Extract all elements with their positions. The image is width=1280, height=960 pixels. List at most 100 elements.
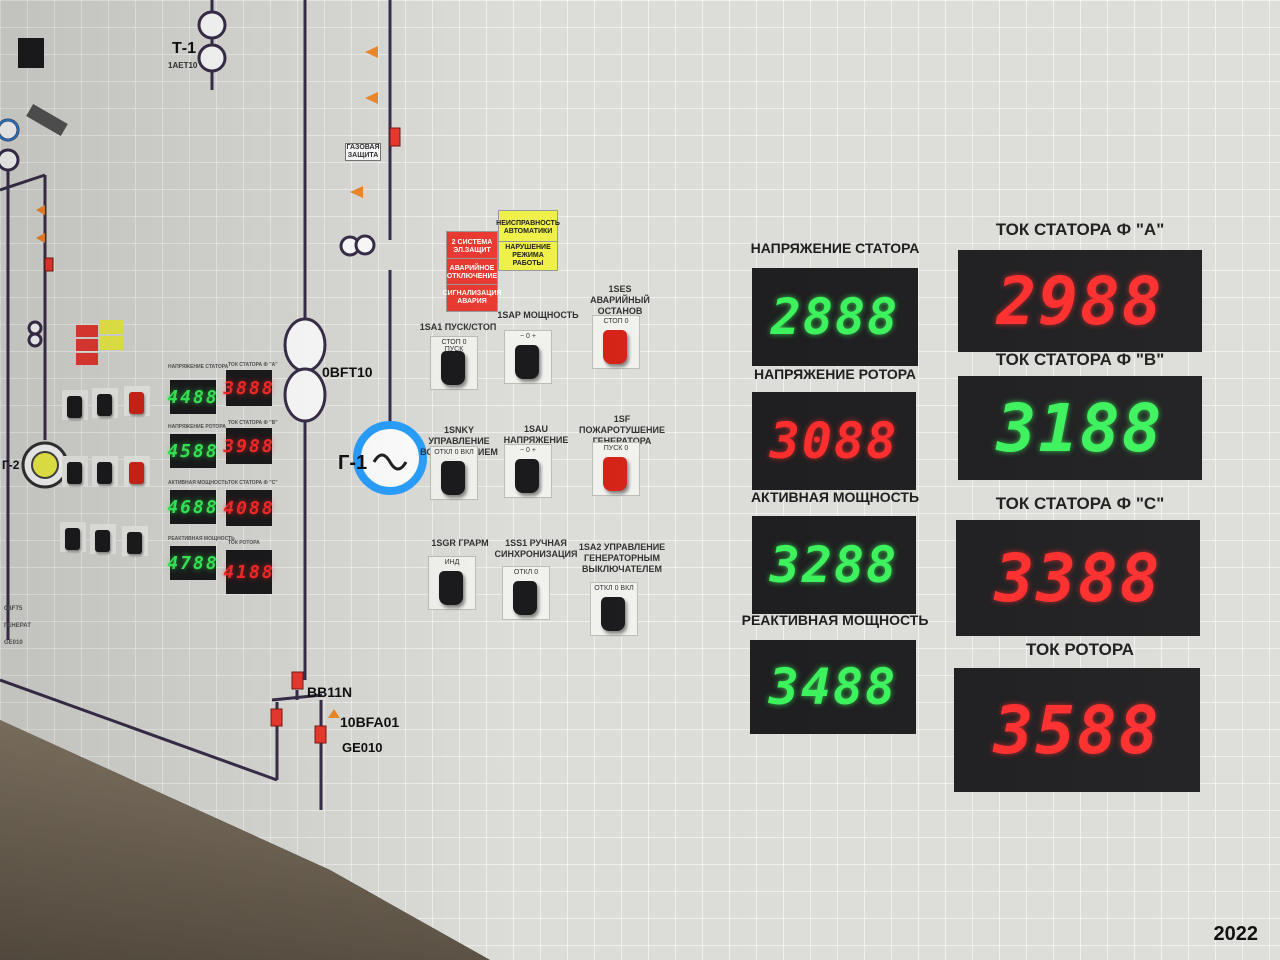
switch-knob[interactable]: [129, 392, 144, 414]
busbar-code: BB11N: [307, 684, 353, 700]
generator-label: Г-1: [338, 452, 368, 474]
display-reactive-power: 3488: [750, 640, 916, 734]
display-stator-current-a: 2988: [958, 250, 1202, 352]
switch-knob[interactable]: [67, 396, 82, 418]
switch-scale: − 0 +: [520, 447, 536, 454]
switch-scale: ПУСК 0: [603, 445, 629, 452]
small-display-red-3: 4088: [223, 490, 273, 526]
switch-scale: СТОП 0: [603, 318, 629, 325]
protection-label: ГАЗОВАЯ ЗАЩИТА: [345, 143, 381, 161]
switch-knob[interactable]: [95, 530, 110, 552]
transformer-label: Т-1: [172, 40, 196, 57]
switch-label-power: 1SAP МОЩНОСТЬ: [497, 310, 579, 320]
switch-scale: ИНД: [444, 559, 460, 566]
alarm-signal: СИГНАЛИЗАЦИЯ АВАРИЯ: [443, 284, 501, 312]
small-display-red-1: 3888: [223, 370, 273, 406]
small-switch-3[interactable]: [124, 386, 150, 416]
switch-label-voltage: 1SAU НАПРЯЖЕНИЕ: [503, 424, 569, 445]
switch-grarm[interactable]: ИНД: [428, 556, 476, 610]
small-alarm-3: [76, 339, 98, 351]
small-display-red-4: 4188: [223, 550, 273, 594]
small-display-green-2: 4588: [167, 434, 217, 468]
display-title-stator-voltage: НАПРЯЖЕНИЕ СТАТОРА: [750, 240, 920, 256]
switch-label-emergency-stop: 1SES АВАРИЙНЫЙ ОСТАНОВ: [590, 284, 650, 316]
small-display-green-3: 4688: [167, 490, 217, 524]
ge-code: GE010: [342, 740, 383, 755]
small-display-red-2: 3988: [223, 428, 273, 464]
small-switch-7[interactable]: [60, 522, 86, 552]
display-title-active-power: АКТИВНАЯ МОЩНОСТЬ: [750, 489, 920, 505]
switch-knob[interactable]: [65, 528, 80, 550]
switch-start-stop[interactable]: СТОП 0 ПУСК: [430, 336, 478, 390]
switch-knob[interactable]: [439, 571, 463, 605]
small-display-green-1: 4488: [167, 380, 217, 414]
display-title-stator-current-a: ТОК СТАТОРА Ф "А": [995, 220, 1165, 239]
switch-knob[interactable]: [601, 597, 625, 631]
small-switch-4[interactable]: [62, 456, 88, 486]
switch-scale: − 0 +: [520, 333, 536, 340]
switch-knob[interactable]: [513, 581, 537, 615]
display-stator-current-c: 3388: [956, 520, 1200, 636]
small-title-7: ТОК СТАТОРА Ф "С": [228, 480, 278, 486]
switch-knob[interactable]: [515, 345, 539, 379]
small-switch-2[interactable]: [92, 388, 118, 418]
switch-scale: ОТКЛ 0: [513, 569, 539, 576]
left-code-2: ГЕНЕРАТ: [4, 623, 31, 629]
switch-label-breaker: 1SA2 УПРАВЛЕНИЕ ГЕНЕРАТОРНЫМ ВЫКЛЮЧАТЕЛЕ…: [578, 542, 666, 574]
display-title-rotor-voltage: НАПРЯЖЕНИЕ РОТОРА: [754, 366, 916, 382]
switch-scale: ОТКЛ 0 ВКЛ: [434, 449, 474, 456]
switch-manual-sync[interactable]: ОТКЛ 0: [502, 566, 550, 620]
small-switch-9[interactable]: [122, 526, 148, 556]
display-stator-current-b: 3188: [958, 376, 1202, 480]
switch-voltage[interactable]: − 0 +: [504, 444, 552, 498]
switch-knob[interactable]: [129, 462, 144, 484]
display-title-stator-current-c: ТОК СТАТОРА Ф "С": [995, 494, 1165, 513]
small-title-3: АКТИВНАЯ МОЩНОСТЬ: [168, 480, 229, 486]
display-rotor-current: 3588: [954, 668, 1200, 792]
breaker-code: 10BFA01: [340, 714, 400, 730]
switch-knob[interactable]: [515, 459, 539, 493]
small-switch-5[interactable]: [92, 456, 118, 486]
small-switch-1[interactable]: [62, 390, 88, 420]
switch-excitation[interactable]: ОТКЛ 0 ВКЛ: [430, 446, 478, 500]
alarm-mode-violation: НАРУШЕНИЕ РЕЖИМА РАБОТЫ: [498, 241, 558, 271]
switch-generator-breaker[interactable]: ОТКЛ 0 ВКЛ: [590, 582, 638, 636]
left-code-3: GE010: [4, 640, 23, 646]
switch-knob[interactable]: [603, 457, 627, 491]
switch-knob[interactable]: [127, 532, 142, 554]
small-switch-6[interactable]: [124, 456, 150, 486]
switch-knob[interactable]: [97, 462, 112, 484]
switch-label-start-stop: 1SA1 ПУСК/СТОП: [419, 322, 497, 332]
transformer-code: 1AET10: [168, 61, 198, 70]
switch-knob[interactable]: [97, 394, 112, 416]
switch-label-sync: 1SS1 РУЧНАЯ СИНХРОНИЗАЦИЯ: [494, 538, 578, 559]
small-switch-8[interactable]: [90, 524, 116, 554]
switch-emergency-stop[interactable]: СТОП 0: [592, 315, 640, 369]
small-title-4: РЕАКТИВНАЯ МОЩНОСТЬ: [168, 536, 235, 542]
switch-scale: ОТКЛ 0 ВКЛ: [594, 585, 634, 592]
switch-knob[interactable]: [67, 462, 82, 484]
left-generator-label: Г-2: [2, 458, 20, 472]
display-active-power: 3288: [752, 516, 916, 614]
small-title-2: НАПРЯЖЕНИЕ РОТОРА: [168, 424, 226, 430]
small-alarm-1: [76, 325, 98, 337]
display-title-stator-current-b: ТОК СТАТОРА Ф "В": [995, 350, 1165, 369]
small-title-1: НАПРЯЖЕНИЕ СТАТОРА: [168, 364, 229, 370]
switch-label-grarm: 1SGR ГРАРМ: [431, 538, 489, 548]
display-stator-voltage: 2888: [752, 268, 918, 366]
switch-knob[interactable]: [441, 461, 465, 495]
left-code-1: 0BFT5: [4, 606, 23, 612]
switch-knob[interactable]: [441, 351, 465, 385]
display-title-rotor-current: ТОК РОТОРА: [1026, 640, 1134, 659]
switch-power[interactable]: − 0 +: [504, 330, 552, 384]
small-title-8: ТОК РОТОРА: [228, 540, 260, 546]
year-label: 2022: [1213, 923, 1259, 945]
small-display-green-4: 4788: [167, 546, 217, 580]
small-alarm-4: [99, 336, 123, 350]
main-transformer-code: 0BFT10: [322, 364, 373, 380]
small-alarm-5: [76, 353, 98, 365]
display-rotor-voltage: 3088: [752, 392, 916, 490]
switch-fire-extinguishing[interactable]: ПУСК 0: [592, 442, 640, 496]
switch-knob[interactable]: [603, 330, 627, 364]
small-alarm-2: [99, 320, 123, 334]
